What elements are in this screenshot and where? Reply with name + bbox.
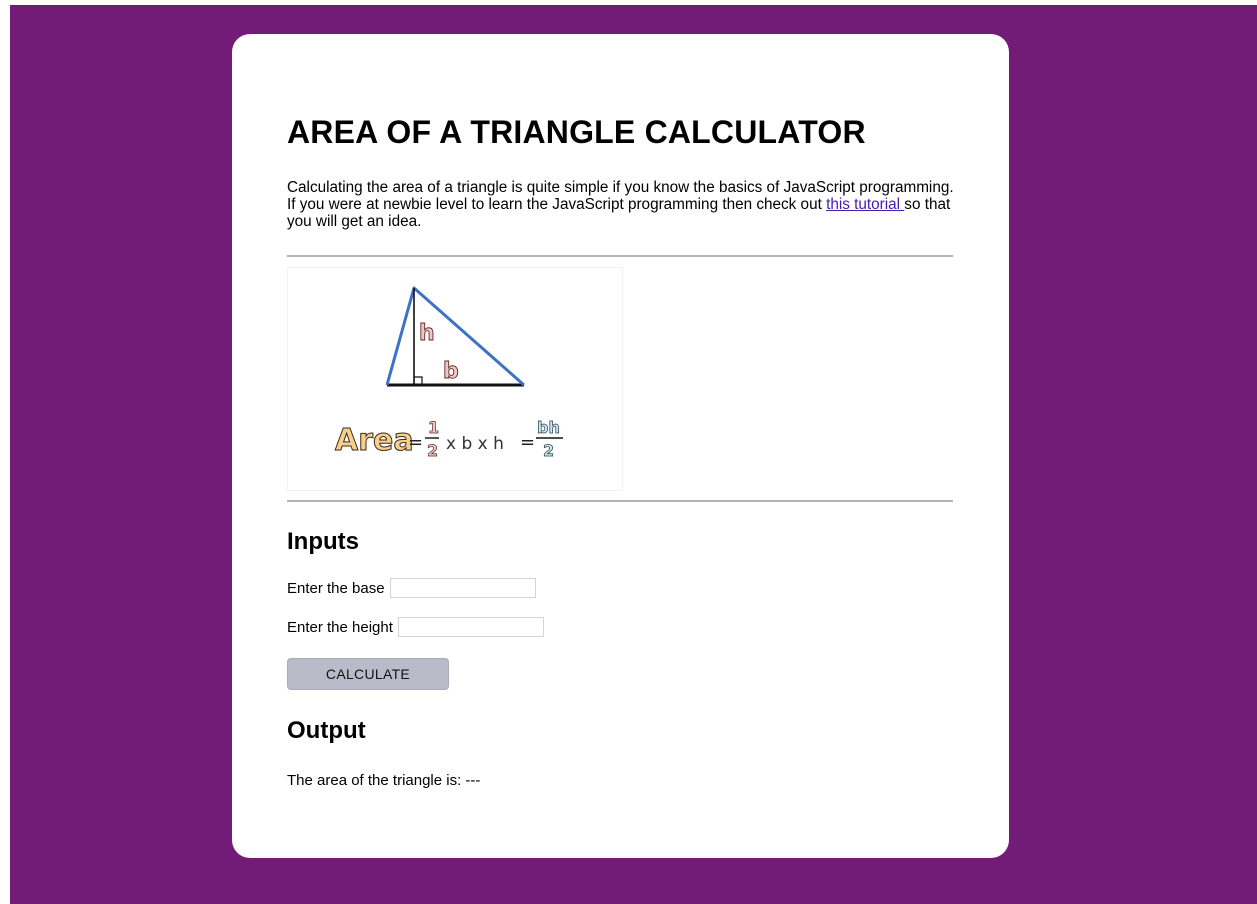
formula-numerator-2: bh <box>537 418 560 437</box>
base-input[interactable] <box>389 578 536 598</box>
base-field-row: Enter the base <box>287 578 536 598</box>
triangle-diagram: h b Area = 1 2 x b x h = bh 2 <box>335 286 563 460</box>
formula-denominator-1: 2 <box>427 441 438 460</box>
height-input[interactable] <box>397 617 544 637</box>
formula-numerator-1: 1 <box>428 418 439 437</box>
top-divider <box>287 255 953 257</box>
triangle-area-figure: h b Area = 1 2 x b x h = bh 2 <box>287 267 623 491</box>
page-background: AREA OF A TRIANGLE CALCULATOR Calculatin… <box>10 5 1257 904</box>
height-label-text: Enter the height <box>287 618 393 636</box>
formula-middle-terms: x b x h <box>446 434 504 454</box>
height-field-row: Enter the height <box>287 617 544 637</box>
intro-paragraph: Calculating the area of a triangle is qu… <box>287 179 959 230</box>
height-label: h <box>419 321 435 346</box>
bottom-divider <box>287 500 953 502</box>
formula-area-word: Area <box>335 423 414 458</box>
calculator-card: AREA OF A TRIANGLE CALCULATOR Calculatin… <box>232 34 1009 858</box>
output-heading: Output <box>287 717 366 744</box>
inputs-heading: Inputs <box>287 528 359 555</box>
tutorial-link[interactable]: this tutorial <box>826 196 904 213</box>
output-result: The area of the triangle is: --- <box>287 772 481 789</box>
base-label: b <box>443 359 459 384</box>
base-label-text: Enter the base <box>287 579 385 597</box>
formula-denominator-2: 2 <box>543 441 554 460</box>
calculate-button[interactable]: CALCULATE <box>287 658 449 690</box>
formula-equals-1: = <box>408 432 423 453</box>
formula-equals-2: = <box>520 432 535 453</box>
page-title: AREA OF A TRIANGLE CALCULATOR <box>287 114 866 150</box>
